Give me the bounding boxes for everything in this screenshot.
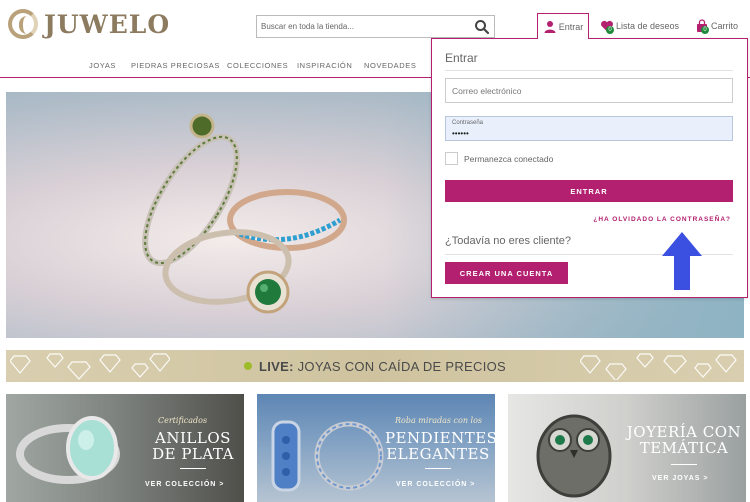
login-divider <box>445 70 733 71</box>
user-icon <box>544 20 556 33</box>
tile-2-script: Roba miradas con los <box>395 416 483 425</box>
tile-1-title-line1: ANILLOS <box>155 429 231 447</box>
cart-link[interactable]: 0 Carrito <box>695 14 738 38</box>
live-banner-text: LIVE: JOYAS CON CAÍDA DE PRECIOS <box>259 359 506 374</box>
live-message: JOYAS CON CAÍDA DE PRECIOS <box>293 358 507 374</box>
diamond-pattern-right <box>580 353 737 380</box>
password-field-wrap: Contraseña <box>445 116 733 141</box>
tile-1-divider <box>180 468 206 469</box>
tile-1-script: Certificados <box>158 416 208 425</box>
live-banner[interactable]: LIVE: JOYAS CON CAÍDA DE PRECIOS <box>6 350 744 382</box>
login-label: Entrar <box>558 21 584 32</box>
cart-label: Carrito <box>711 21 739 31</box>
wishlist-label: Lista de deseos <box>616 21 680 31</box>
wishlist-link[interactable]: 0 Lista de deseos <box>600 14 679 38</box>
tile-1-title-line2: DE PLATA <box>152 445 234 463</box>
search-input[interactable] <box>257 16 467 37</box>
email-field[interactable] <box>446 79 732 102</box>
wishlist-icon-wrap: 0 <box>600 19 614 34</box>
nav-item-piedras-preciosas[interactable]: PIEDRAS PRECIOSAS <box>131 61 220 70</box>
cart-count-badge: 0 <box>701 26 709 34</box>
brand-name: JUWELO <box>44 9 171 39</box>
login-title: Entrar <box>445 51 478 65</box>
tile-2-cta[interactable]: VER COLECCIÓN > <box>396 481 475 488</box>
email-field-wrap <box>445 78 733 103</box>
tile-3-title-line2: TEMÁTICA <box>639 439 729 457</box>
live-prefix: LIVE: <box>258 358 294 374</box>
tile-2-title-line2: ELEGANTES <box>386 445 490 463</box>
forgot-password-link[interactable]: ¿HA OLVIDADO LA CONTRASEÑA? <box>593 216 731 223</box>
promo-tile-themed-jewelry[interactable]: JOYERÍA CON TEMÁTICA VER JOYAS > <box>508 394 746 502</box>
nav-item-inspiracion[interactable]: INSPIRACIÓN <box>297 61 352 70</box>
wishlist-count-badge: 0 <box>606 26 614 34</box>
nav-item-joyas[interactable]: JOYAS <box>89 61 116 70</box>
password-field[interactable] <box>446 117 732 140</box>
brand-logo[interactable]: JUWELO <box>8 8 170 40</box>
page: JUWELO Entrar 0 Lista de deseos <box>0 0 750 502</box>
tile-3-title-line1: JOYERÍA CON <box>626 423 742 441</box>
tile-3-divider <box>671 464 697 465</box>
new-customer-heading: ¿Todavía no eres cliente? <box>445 235 571 247</box>
diamond-pattern-left <box>10 353 170 380</box>
arrow-up-icon <box>662 232 702 290</box>
password-label: Contraseña <box>452 120 484 126</box>
logo-icon <box>8 9 38 39</box>
nav-item-colecciones[interactable]: COLECCIONES <box>227 61 288 70</box>
remember-label: Permanezca conectado <box>464 153 554 164</box>
remember-me[interactable]: Permanezca conectado <box>445 152 553 165</box>
live-indicator-icon <box>243 362 252 370</box>
login-submit-button[interactable]: ENTRAR <box>445 180 733 202</box>
tile-1-cta[interactable]: VER COLECCIÓN > <box>145 481 224 488</box>
search-box <box>256 15 495 38</box>
login-toggle[interactable]: Entrar <box>537 13 589 39</box>
create-account-button[interactable]: CREAR UNA CUENTA <box>445 262 568 284</box>
promo-tile-earrings[interactable]: Roba miradas con los PENDIENTES ELEGANTE… <box>257 394 495 502</box>
remember-checkbox[interactable] <box>445 152 458 165</box>
tile-2-divider <box>425 468 451 469</box>
tile-2-title-line1: PENDIENTES <box>385 429 495 447</box>
search-icon[interactable] <box>474 19 490 35</box>
cart-icon-wrap: 0 <box>695 19 709 34</box>
promo-tile-silver-rings[interactable]: Certificados ANILLOS DE PLATA VER COLECC… <box>6 394 244 502</box>
nav-item-novedades[interactable]: NOVEDADES <box>364 61 417 70</box>
tile-3-cta[interactable]: VER JOYAS > <box>652 475 708 482</box>
